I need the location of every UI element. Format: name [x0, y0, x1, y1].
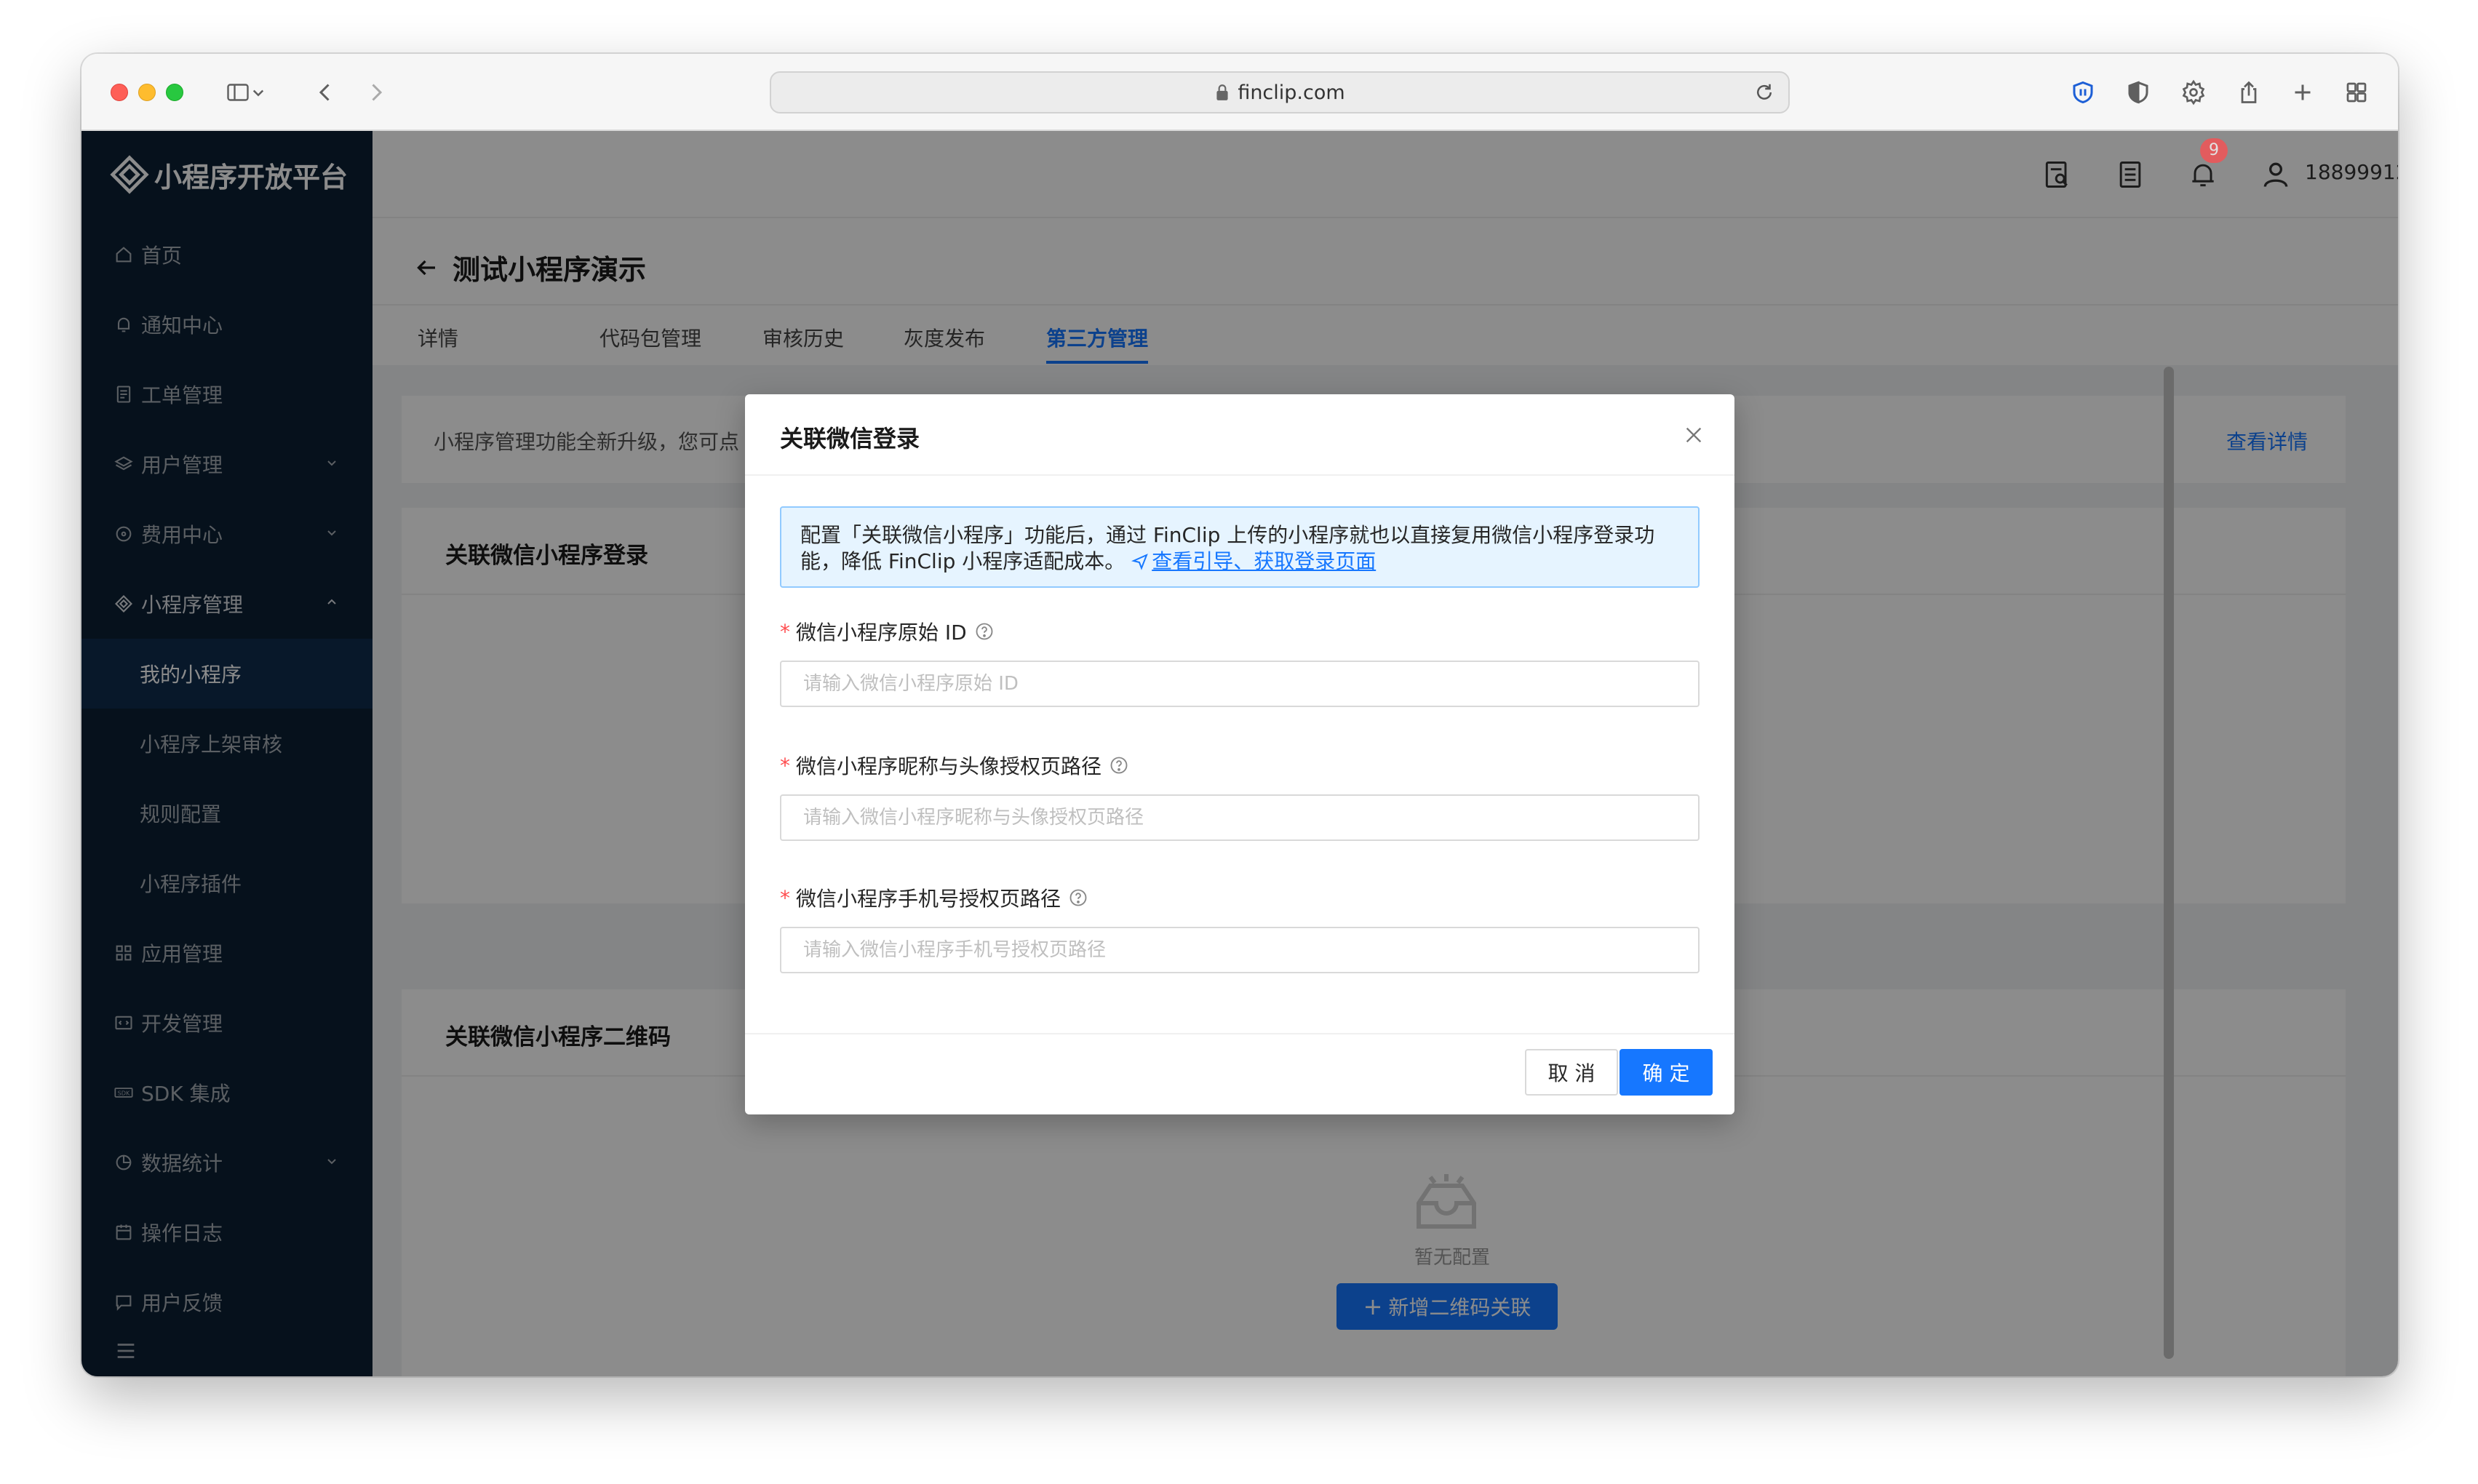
- maximize-window-button[interactable]: [166, 84, 183, 101]
- modal-footer: 取 消 确 定: [745, 1033, 1734, 1114]
- guide-link[interactable]: 查看引导、获取登录页面: [1131, 549, 1376, 573]
- link-wechat-login-modal: 关联微信登录 配置「关联微信小程序」功能后，通过 FinClip 上传的小程序就…: [745, 394, 1734, 1114]
- phone-auth-path-input[interactable]: [780, 927, 1700, 973]
- privacy-icon[interactable]: [2120, 74, 2156, 111]
- help-icon[interactable]: [1068, 887, 1088, 908]
- field-label-phone-path: * 微信小程序手机号授权页路径: [780, 883, 1088, 912]
- notification-badge: 9: [2200, 138, 2228, 163]
- modal-header: 关联微信登录: [745, 394, 1734, 476]
- original-id-input[interactable]: [780, 661, 1700, 707]
- help-icon[interactable]: [1109, 755, 1129, 775]
- field-label-avatar-path: * 微信小程序昵称与头像授权页路径: [780, 751, 1129, 780]
- modal-title: 关联微信登录: [780, 425, 920, 452]
- required-mark: *: [780, 753, 790, 778]
- gear-icon[interactable]: [2175, 74, 2212, 111]
- shield-icon[interactable]: [2065, 74, 2101, 111]
- guide-link-text: 查看引导、获取登录页面: [1152, 549, 1377, 573]
- field-label-text: 微信小程序昵称与头像授权页路径: [796, 754, 1102, 778]
- url-text: finclip.com: [1238, 81, 1345, 104]
- required-mark: *: [780, 885, 790, 910]
- field-label-original-id: * 微信小程序原始 ID: [780, 617, 995, 646]
- new-tab-icon[interactable]: [2284, 74, 2321, 111]
- browser-toolbar: finclip.com: [81, 54, 2398, 131]
- field-label-text: 微信小程序手机号授权页路径: [796, 887, 1061, 911]
- minimize-window-button[interactable]: [138, 84, 156, 101]
- help-icon[interactable]: [974, 621, 995, 642]
- share-icon[interactable]: [2231, 74, 2267, 111]
- close-window-button[interactable]: [111, 84, 128, 101]
- info-alert: 配置「关联微信小程序」功能后，通过 FinClip 上传的小程序就也以直接复用微…: [780, 506, 1700, 588]
- lock-icon: [1216, 84, 1228, 100]
- avatar-auth-path-input[interactable]: [780, 794, 1700, 841]
- close-icon[interactable]: [1682, 423, 1705, 447]
- alert-text-line1: 配置「关联微信小程序」功能后，通过 FinClip 上传的小程序就也以直接复用微…: [800, 523, 1655, 547]
- reload-icon[interactable]: [1753, 81, 1775, 103]
- field-label-text: 微信小程序原始 ID: [796, 621, 967, 645]
- back-arrow-icon[interactable]: [307, 74, 343, 111]
- tab-overview-icon[interactable]: [2338, 74, 2375, 111]
- alert-text-line2: 能，降低 FinClip 小程序适配成本。: [800, 549, 1126, 573]
- forward-arrow-icon[interactable]: [358, 74, 394, 111]
- alert-text-line2-wrap: 能，降低 FinClip 小程序适配成本。 查看引导、获取登录页面: [800, 548, 1679, 575]
- send-icon: [1131, 554, 1148, 570]
- confirm-button[interactable]: 确 定: [1620, 1049, 1713, 1096]
- browser-window: finclip.com 小程序开放平台 首页 通知中心 工单管理 用户管理 费用…: [81, 54, 2398, 1376]
- required-mark: *: [780, 619, 790, 644]
- address-bar[interactable]: finclip.com: [770, 71, 1790, 113]
- chevron-down-icon[interactable]: [247, 74, 269, 111]
- cancel-button[interactable]: 取 消: [1525, 1049, 1618, 1096]
